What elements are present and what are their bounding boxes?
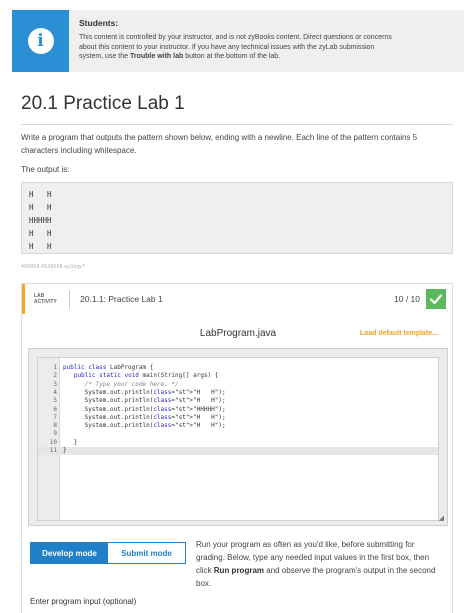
line-number: 11 <box>49 447 57 454</box>
line-number: 4 <box>53 388 57 396</box>
lab-activity: LAB ACTIVITY 20.1.1: Practice Lab 1 10 /… <box>21 283 453 613</box>
checkmark-icon <box>429 294 443 305</box>
mode-toggle: Develop mode Submit mode <box>30 542 186 564</box>
code-text: System.out.println(class="st">"H H"); <box>63 422 226 430</box>
lab-description: Write a program that outputs the pattern… <box>21 133 418 155</box>
line-number: 8 <box>53 422 57 430</box>
notice-text: Students: This content is controlled by … <box>69 10 464 72</box>
code-line[interactable]: 5 System.out.println(class="st">"H H"); <box>38 397 438 405</box>
instructor-notice: i Students: This content is controlled b… <box>12 10 464 72</box>
program-input-label: Enter program input (optional) <box>30 597 137 606</box>
notice-icon-box: i <box>12 10 69 72</box>
file-bar: LabProgram.java Load default template... <box>28 321 448 347</box>
submit-mode-button[interactable]: Submit mode <box>108 543 185 563</box>
code-text: } <box>63 447 67 454</box>
lab-header: LAB ACTIVITY 20.1.1: Practice Lab 1 10 /… <box>22 284 452 314</box>
code-line[interactable]: 6 System.out.println(class="st">"HHHHH")… <box>38 406 438 414</box>
code-text: System.out.println(class="st">"H H"); <box>63 388 226 396</box>
code-text: public static void main(String[] args) { <box>73 372 219 380</box>
notice-body: This content is controlled by your instr… <box>79 33 454 62</box>
code-editor[interactable]: 1 public class LabProgram {2 public stati… <box>37 357 439 521</box>
notice-line-3-post: button at the bottom of the lab. <box>183 53 281 60</box>
code-line[interactable]: 11} <box>38 447 438 455</box>
notice-line-2: about this content to your instructor. I… <box>79 43 375 51</box>
line-number: 1 <box>53 364 57 371</box>
code-line[interactable]: 9 <box>38 430 438 438</box>
code-line[interactable]: 8 System.out.println(class="st">"H H"); <box>38 422 438 430</box>
lab-activity-tag: LAB ACTIVITY <box>25 293 69 305</box>
run-program-text: Run program <box>213 566 265 575</box>
line-number: 10 <box>49 438 57 446</box>
develop-mode-button[interactable]: Develop mode <box>31 543 108 563</box>
code-line[interactable]: 7 System.out.println(class="st">"H H"); <box>38 414 438 422</box>
code-text: /* Type your code here. */ <box>63 380 179 388</box>
code-text: System.out.println(class="st">"H H"); <box>63 413 226 421</box>
run-instructions: Run your program as often as you'd like,… <box>196 538 440 590</box>
notice-line-1: This content is controlled by your instr… <box>79 34 392 41</box>
trouble-with-lab-text: Trouble with lab <box>129 53 184 60</box>
title-divider <box>21 124 453 125</box>
output-label: The output is: <box>21 165 70 174</box>
line-number: 7 <box>53 413 57 421</box>
lab-tag-line-2: ACTIVITY <box>34 299 57 305</box>
line-number: 6 <box>53 405 57 413</box>
code-line[interactable]: 10 } <box>38 439 438 447</box>
code-text: public class LabProgram { <box>63 364 154 371</box>
code-line[interactable]: 3 /* Type your code here. */ <box>38 381 438 389</box>
content-id: 466854.4538668.qx3zqy7 <box>21 264 86 270</box>
code-text: System.out.println(class="st">"HHHHH"); <box>63 405 226 413</box>
lab-name: 20.1.1: Practice Lab 1 <box>80 294 163 304</box>
line-number: 5 <box>53 397 57 405</box>
load-default-template-link[interactable]: Load default template... <box>360 330 438 337</box>
info-icon: i <box>27 28 54 54</box>
code-line[interactable]: 4 System.out.println(class="st">"H H"); <box>38 389 438 397</box>
line-number: 3 <box>53 380 57 388</box>
notice-line-3: system, use the Trouble with lab button … <box>79 52 454 62</box>
code-text: } <box>63 438 78 446</box>
notice-line-3-pre: system, use the <box>79 53 130 60</box>
expected-output-pattern: H H H H HHHHH H H H H <box>21 182 453 254</box>
line-number: 2 <box>53 372 57 380</box>
completed-check-icon <box>426 289 446 309</box>
notice-title: Students: <box>79 18 119 28</box>
code-editor-frame: 1 public class LabProgram {2 public stati… <box>28 348 448 526</box>
code-line[interactable]: 1 public class LabProgram { <box>38 364 438 372</box>
code-text: System.out.println(class="st">"H H"); <box>63 397 226 405</box>
lab-score: 10 / 10 <box>394 294 420 304</box>
line-number: 9 <box>53 430 57 438</box>
page-title: 20.1 Practice Lab 1 <box>21 93 185 114</box>
resize-handle-icon[interactable]: ◢ <box>439 514 444 522</box>
code-line[interactable]: 2 public static void main(String[] args)… <box>38 372 438 380</box>
